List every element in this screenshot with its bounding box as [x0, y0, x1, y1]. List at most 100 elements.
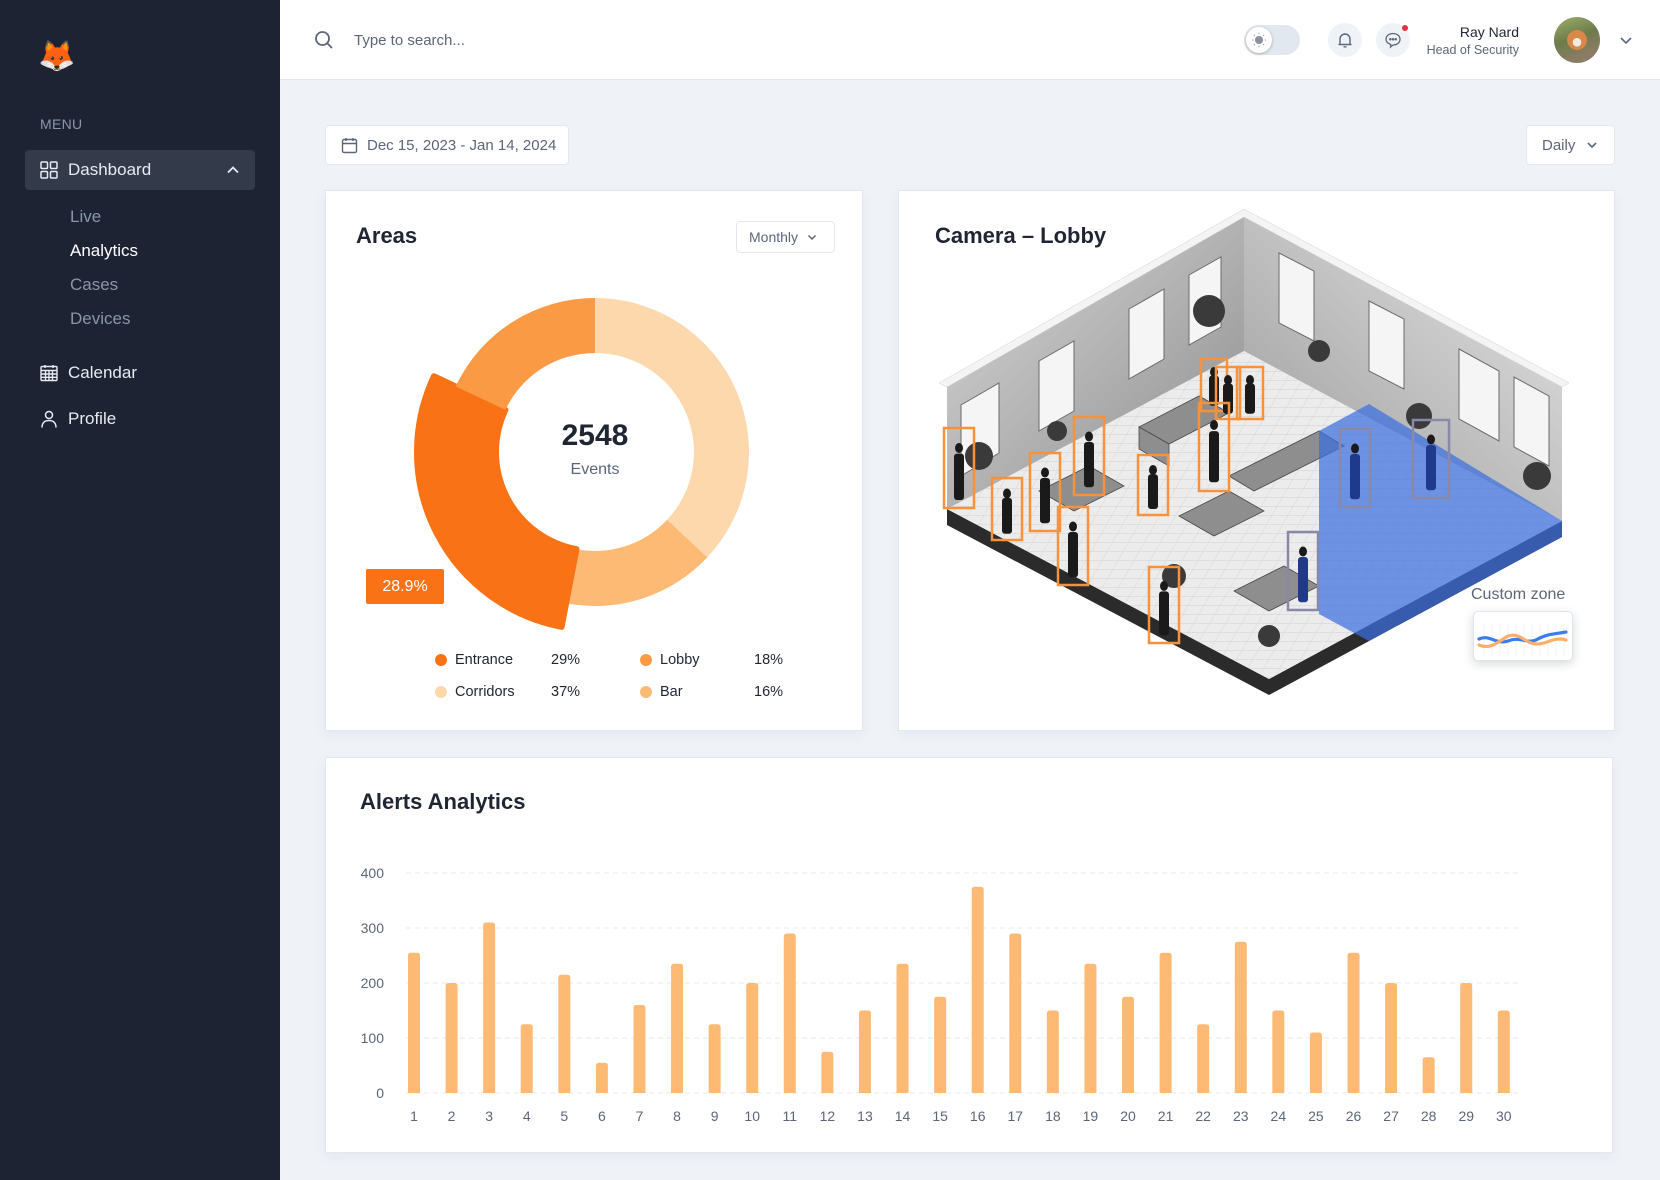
x-tick-label: 4: [523, 1108, 531, 1124]
bar-day-3[interactable]: [483, 922, 496, 1094]
bar-day-15[interactable]: [934, 996, 947, 1093]
bar-day-17[interactable]: [1009, 933, 1022, 1094]
bar-day-7[interactable]: [633, 1005, 646, 1093]
bar-day-19[interactable]: [1084, 963, 1097, 1093]
person-head: [1351, 443, 1359, 454]
x-tick-label: 20: [1120, 1108, 1136, 1124]
sidebar-subitem-analytics[interactable]: Analytics: [70, 241, 138, 261]
date-range-text: Dec 15, 2023 - Jan 14, 2024: [367, 136, 557, 154]
search-input[interactable]: [354, 26, 754, 54]
legend-label: Lobby: [660, 652, 700, 668]
notifications-button[interactable]: [1328, 23, 1362, 57]
bar-day-20[interactable]: [1122, 996, 1135, 1093]
bar-day-24[interactable]: [1272, 1010, 1285, 1094]
bar-day-29[interactable]: [1460, 983, 1473, 1093]
x-tick-label: 28: [1421, 1108, 1437, 1124]
custom-zone-thumbnail[interactable]: [1473, 611, 1573, 661]
theme-toggle[interactable]: [1244, 25, 1300, 55]
bar-day-11[interactable]: [783, 933, 796, 1094]
bar-day-16[interactable]: [971, 886, 984, 1093]
legend-value: 18%: [754, 652, 784, 668]
legend-item-corridors[interactable]: Corridors: [435, 684, 515, 700]
x-tick-label: 19: [1083, 1108, 1099, 1124]
bar-day-12[interactable]: [821, 1051, 834, 1093]
alerts-analytics-card: Alerts Analytics 0 100 200 300 400 1 2 3 4 5 6 7 8 9 1…: [325, 757, 1613, 1153]
granularity-dropdown[interactable]: Daily: [1526, 125, 1615, 165]
sidebar-item-profile[interactable]: Profile: [25, 399, 255, 439]
custom-zone-label: Custom zone: [1471, 586, 1566, 603]
x-tick-label: 15: [932, 1108, 948, 1124]
person-head: [1160, 581, 1168, 591]
sidebar-item-calendar[interactable]: Calendar: [25, 353, 255, 393]
bar-day-9[interactable]: [708, 1024, 721, 1093]
bar-day-2[interactable]: [445, 983, 458, 1093]
sun-icon: [1246, 27, 1272, 53]
legend-label: Bar: [660, 684, 683, 700]
bar-day-28[interactable]: [1422, 1057, 1435, 1093]
legend-swatch: [435, 686, 447, 698]
legend-item-lobby[interactable]: Lobby: [640, 652, 700, 668]
avatar[interactable]: [1554, 17, 1600, 63]
x-tick-label: 11: [783, 1108, 798, 1124]
person-head: [1210, 420, 1218, 430]
person-body: [1068, 531, 1078, 578]
x-tick-label: 16: [970, 1108, 986, 1124]
top-header: Ray Nard Head of Security: [280, 0, 1660, 80]
bar-day-1[interactable]: [408, 952, 420, 1093]
bar-day-26[interactable]: [1347, 952, 1360, 1093]
chevron-up-icon[interactable]: [225, 162, 241, 178]
bar-day-6[interactable]: [595, 1062, 608, 1093]
sidebar-subitem-devices[interactable]: Devices: [70, 309, 130, 329]
areas-card: Areas Monthly 2548 Events 28.9% Entrance…: [325, 190, 863, 731]
highlight-percentage-badge: 28.9%: [366, 569, 444, 604]
legend-label: Corridors: [455, 684, 515, 700]
legend-item-entrance[interactable]: Entrance: [435, 652, 513, 668]
x-tick-label: 22: [1195, 1108, 1211, 1124]
camera-title: Camera – Lobby: [935, 223, 1107, 248]
bar-day-13[interactable]: [858, 1010, 871, 1094]
chevron-down-icon[interactable]: [1618, 32, 1634, 48]
legend-item-bar[interactable]: Bar: [640, 684, 683, 700]
user-icon: [40, 410, 58, 428]
search-icon[interactable]: [314, 30, 334, 50]
sidebar-subitem-live[interactable]: Live: [70, 207, 101, 227]
bar-day-18[interactable]: [1046, 1010, 1059, 1094]
bar-day-21[interactable]: [1159, 952, 1172, 1093]
bar-day-23[interactable]: [1234, 941, 1247, 1093]
donut-slice-lobby[interactable]: [455, 298, 595, 410]
x-tick-label: 23: [1233, 1108, 1249, 1124]
person-body: [954, 453, 964, 500]
person-body: [1040, 477, 1050, 524]
bar-day-14[interactable]: [896, 963, 909, 1093]
person-body: [1298, 556, 1308, 603]
user-role: Head of Security: [1426, 43, 1519, 57]
bar-day-4[interactable]: [520, 1024, 533, 1093]
person-head: [1085, 431, 1093, 442]
person-body: [1148, 474, 1158, 509]
alerts-bar-chart: 01002003004001 2 3 4 5 6 7 8 9 10 11 12 13 14 15 16 17 18…: [361, 865, 1518, 1124]
fox-logo-icon[interactable]: 🦊: [38, 40, 75, 74]
x-tick-label: 10: [744, 1108, 760, 1124]
user-name: Ray Nard: [1459, 24, 1519, 40]
bar-day-30[interactable]: [1497, 1010, 1510, 1094]
x-tick-label: 30: [1496, 1108, 1512, 1124]
x-tick-label: 8: [673, 1108, 681, 1124]
bar-day-10[interactable]: [746, 983, 759, 1093]
person-head: [955, 443, 963, 453]
sidebar-subitem-cases[interactable]: Cases: [70, 275, 118, 295]
bar-day-8[interactable]: [671, 963, 684, 1093]
person-body: [1159, 591, 1169, 636]
person-head: [1246, 375, 1254, 385]
messages-button[interactable]: [1376, 23, 1410, 57]
unread-indicator: [1402, 25, 1408, 31]
date-range-picker[interactable]: Dec 15, 2023 - Jan 14, 2024: [325, 125, 569, 165]
bar-day-5[interactable]: [558, 974, 571, 1093]
y-tick-label: 300: [361, 920, 385, 936]
bar-day-27[interactable]: [1385, 983, 1398, 1093]
sidebar-item-dashboard[interactable]: Dashboard: [25, 150, 255, 190]
bar-day-22[interactable]: [1197, 1024, 1210, 1093]
chevron-down-icon: [1587, 142, 1597, 149]
x-tick-label: 1: [410, 1108, 418, 1124]
bar-day-25[interactable]: [1309, 1032, 1322, 1094]
person-body: [1209, 375, 1219, 406]
